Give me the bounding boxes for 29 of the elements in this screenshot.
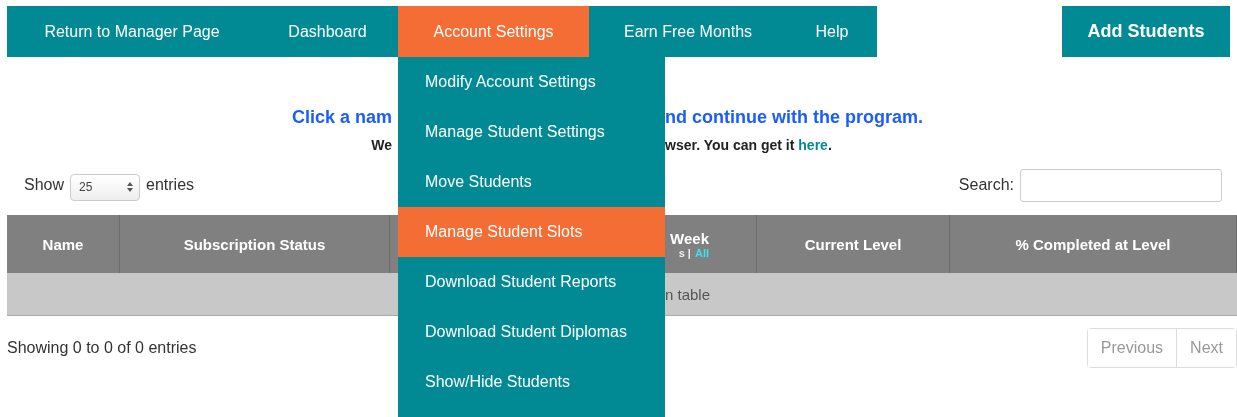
notice-text: We [371, 137, 392, 153]
notice-text: wser. You can get it here. [665, 137, 832, 153]
header-subtext: s | [678, 246, 691, 259]
nav-item[interactable]: Dashboard [257, 6, 398, 57]
here-link[interactable]: here [798, 137, 828, 153]
menu-item[interactable]: Manage Student Slots [398, 207, 665, 257]
nav-item[interactable]: Account Settings [398, 6, 589, 57]
search-field[interactable] [1020, 168, 1222, 202]
show-label: Show [24, 176, 65, 194]
nav-item[interactable]: Return to Manager Page [7, 6, 257, 57]
instruction-text: Click a nam [291, 107, 392, 128]
all-link[interactable]: All [694, 246, 709, 259]
menu-item[interactable]: Download Student Reports [398, 257, 665, 307]
empty-table-text: n table [665, 285, 711, 303]
add-students-button[interactable]: Add Students [1062, 6, 1230, 57]
pagination-button[interactable]: Next [1176, 329, 1236, 367]
menu-item[interactable]: Modify Account Settings [398, 57, 665, 107]
menu-item[interactable]: Download Student Diplomas [398, 307, 665, 357]
menu-item[interactable]: Manage Student Settings [398, 107, 665, 157]
instruction-text: nd continue with the program. [665, 107, 923, 128]
table-info: Showing 0 to 0 of 0 entries [7, 339, 197, 357]
caret-icon [127, 182, 134, 192]
entries-label: entries [146, 176, 195, 194]
nav-item[interactable]: Help [787, 6, 877, 57]
entries-select[interactable]: 25 [70, 173, 141, 201]
search-label: Search: [958, 176, 1014, 194]
menu-item[interactable]: Show/Hide Students [398, 357, 665, 407]
nav-item[interactable]: Earn Free Months [589, 6, 787, 57]
menu-item[interactable]: Move Students [398, 157, 665, 207]
